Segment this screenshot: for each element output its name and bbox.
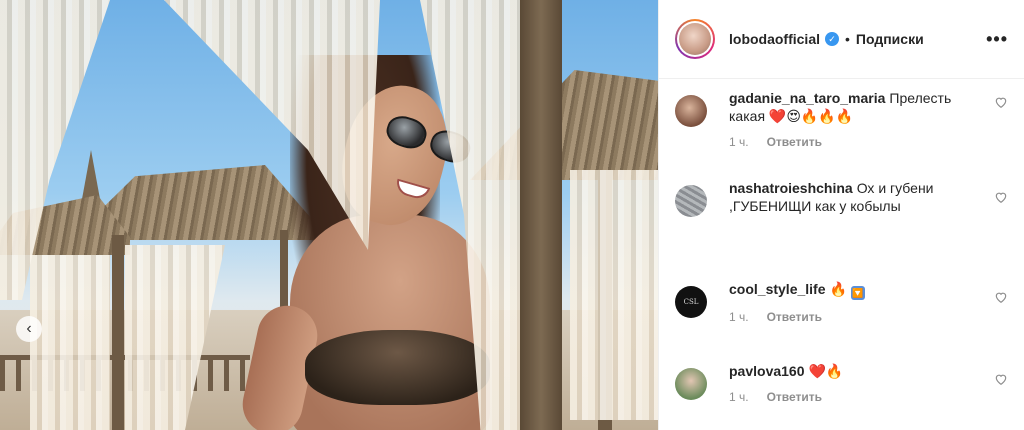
separator-dot: • bbox=[845, 31, 850, 47]
comment-item: pavlova160 ❤️🔥 1 ч. Ответить bbox=[675, 356, 1008, 430]
post-author-username[interactable]: lobodaofficial bbox=[729, 31, 820, 47]
commenter-avatar[interactable] bbox=[675, 185, 707, 217]
comment-username[interactable]: nashatroieshchina bbox=[729, 180, 853, 196]
comment-list: gadanie_na_taro_maria Прелесть какая ❤️😍🔥… bbox=[659, 79, 1024, 430]
post-photo[interactable]: ‹ bbox=[0, 0, 658, 430]
comment-username[interactable]: gadanie_na_taro_maria bbox=[729, 90, 885, 106]
comment-time[interactable]: 1 ч. bbox=[729, 310, 749, 324]
heart-icon[interactable] bbox=[994, 372, 1008, 386]
comment-username[interactable]: pavlova160 bbox=[729, 363, 805, 379]
heart-icon[interactable] bbox=[994, 290, 1008, 304]
wooden-post bbox=[520, 0, 562, 430]
previous-photo-button[interactable]: ‹ bbox=[16, 316, 42, 342]
down-arrow-emoji: 🔽 bbox=[850, 286, 865, 300]
comment-text-block: nashatroieshchina Ох и губени ,ГУБЕНИЩИ к… bbox=[729, 179, 986, 215]
commenter-avatar[interactable] bbox=[675, 368, 707, 400]
heart-icon[interactable] bbox=[994, 95, 1008, 109]
commenter-avatar[interactable]: CSL bbox=[675, 286, 707, 318]
curtain bbox=[30, 255, 110, 430]
comment-text-block: cool_style_life 🔥 🔽 bbox=[729, 280, 986, 300]
comment-username[interactable]: cool_style_life bbox=[729, 281, 826, 297]
comment-time[interactable]: 1 ч. bbox=[729, 135, 749, 149]
comment-item: gadanie_na_taro_maria Прелесть какая ❤️😍🔥… bbox=[675, 79, 1008, 174]
following-button[interactable]: Подписки bbox=[856, 31, 924, 47]
comment-item: CSL cool_style_life 🔥 🔽 1 ч. Ответить bbox=[675, 274, 1008, 356]
comment-item: nashatroieshchina Ох и губени ,ГУБЕНИЩИ к… bbox=[675, 174, 1008, 274]
avatar[interactable] bbox=[675, 19, 715, 59]
commenter-avatar[interactable] bbox=[675, 95, 707, 127]
reply-button[interactable]: Ответить bbox=[767, 390, 822, 404]
wooden-post bbox=[112, 235, 124, 430]
verified-badge-icon: ✓ bbox=[825, 32, 839, 46]
chevron-left-icon: ‹ bbox=[26, 320, 32, 337]
comment-time[interactable]: 1 ч. bbox=[729, 390, 749, 404]
heart-icon[interactable] bbox=[994, 190, 1008, 204]
curtain bbox=[570, 170, 658, 420]
post-header: lobodaofficial ✓ • Подписки ••• bbox=[659, 0, 1024, 79]
comment-text: 🔥 bbox=[829, 281, 847, 297]
post-viewer: ‹ lobodaofficial ✓ • Подписки ••• gadani… bbox=[0, 0, 1024, 430]
comment-text-block: gadanie_na_taro_maria Прелесть какая ❤️😍🔥… bbox=[729, 89, 986, 125]
reply-button[interactable]: Ответить bbox=[767, 310, 822, 324]
reply-button[interactable]: Ответить bbox=[767, 135, 822, 149]
comment-text: ❤️🔥 bbox=[808, 363, 844, 379]
comments-panel: lobodaofficial ✓ • Подписки ••• gadanie_… bbox=[658, 0, 1024, 430]
comment-text-block: pavlova160 ❤️🔥 bbox=[729, 362, 986, 380]
more-options-icon[interactable]: ••• bbox=[986, 29, 1008, 50]
